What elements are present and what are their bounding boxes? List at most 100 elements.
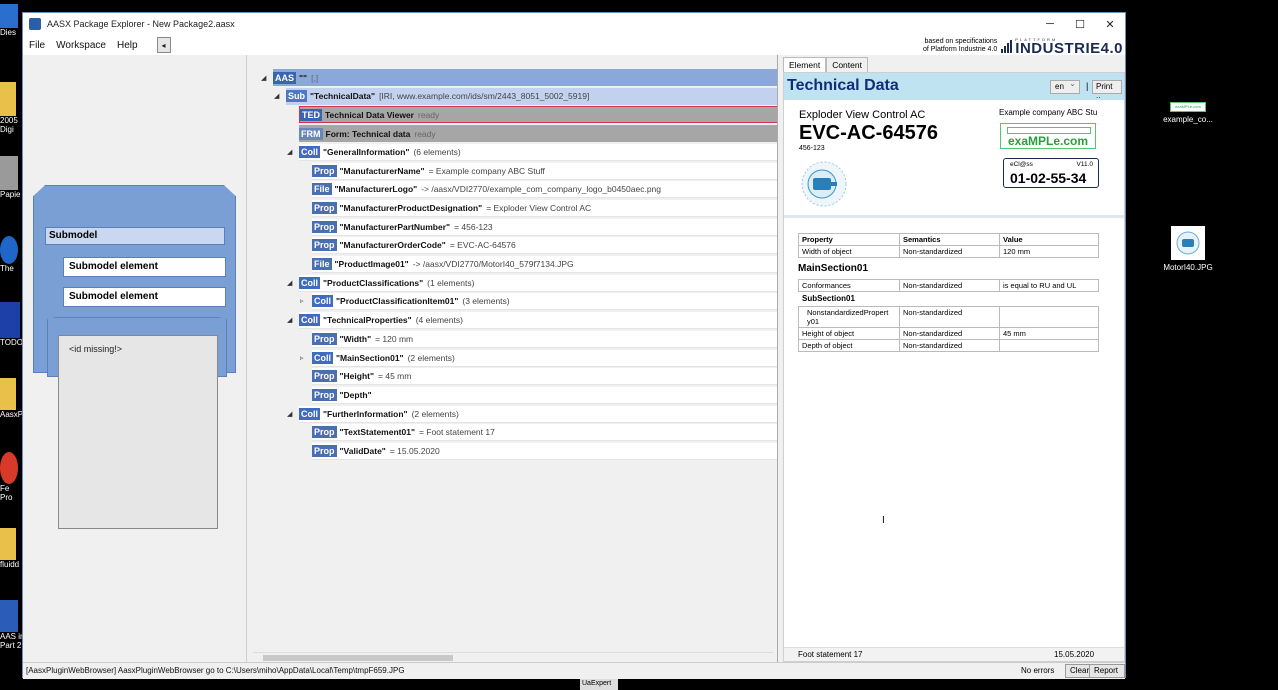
- tree-node[interactable]: File "ManufacturerLogo" -> /aasx/VDI2770/e…: [312, 181, 777, 199]
- main-section-title: MainSection01: [798, 263, 869, 274]
- node-name: Technical Data Viewer: [325, 109, 414, 120]
- tree-node[interactable]: ◢ Coll "TechnicalProperties" (4 elements): [287, 312, 777, 330]
- tree-node[interactable]: Prop "ValidDate" = 15.05.2020: [312, 443, 777, 460]
- node-name: "FurtherInformation": [323, 408, 408, 419]
- node-info: = Example company ABC Stuff: [428, 165, 545, 176]
- tree-node[interactable]: ▹ Coll "ProductClassificationItem01" (3 ele…: [300, 293, 777, 311]
- node-name: "ManufacturerName": [339, 165, 425, 176]
- desktop-icon-label[interactable]: fluidd: [0, 528, 22, 569]
- tree-node[interactable]: Prop "ManufacturerProductDesignation" = Ex…: [312, 199, 777, 217]
- submodel-element-2[interactable]: Submodel element: [63, 287, 226, 307]
- node-type-badge: Prop: [312, 201, 337, 214]
- table-row: Width of object Non-standardized 120 mm: [798, 245, 1099, 258]
- desktop-icon-label[interactable]: Papie: [0, 156, 22, 199]
- node-info: (1 elements): [427, 277, 475, 288]
- minimize-button[interactable]: ─: [1035, 13, 1065, 35]
- table-row: Height of object Non-standardized 45 mm: [798, 327, 1099, 340]
- tree-node[interactable]: Prop "TextStatement01" = Foot statement 17: [312, 424, 777, 442]
- tree-node[interactable]: ◢ Sub "TechnicalData" [IRI, www.example.com…: [274, 87, 777, 105]
- tree-expander-icon[interactable]: ◢: [274, 92, 284, 100]
- tree-expander-icon[interactable]: ◢: [287, 148, 297, 156]
- sub-section-table: NonstandardizedPropert y01 Non-standardi…: [798, 306, 1099, 352]
- node-type-badge: Coll: [299, 276, 320, 289]
- footer-date: 15.05.2020: [1054, 650, 1095, 659]
- product-image: [798, 159, 850, 209]
- app-window: AASX Package Explorer - New Package2.aas…: [22, 12, 1126, 684]
- maximize-button[interactable]: ☐: [1065, 13, 1095, 35]
- tree-node[interactable]: ▹ Coll "MainSection01" (2 elements): [300, 349, 777, 367]
- node-name: "Width": [339, 333, 372, 344]
- desktop-icon-label[interactable]: AasxP: [0, 378, 22, 419]
- node-info: = EVC-AC-64576: [449, 240, 516, 251]
- tree-node[interactable]: ◢ Coll "FurtherInformation" (2 elements): [287, 405, 777, 423]
- element-detail-pane: Element Content Technical Data en | Prin…: [779, 55, 1125, 662]
- node-name: "TechnicalProperties": [323, 315, 412, 326]
- node-info: = Foot statement 17: [418, 427, 495, 438]
- tree-node[interactable]: ◢ Coll "GeneralInformation" (6 elements): [287, 143, 777, 161]
- industrie40-bars-icon: [1001, 39, 1013, 53]
- node-name: "ManufacturerLogo": [334, 184, 418, 195]
- tree-node[interactable]: Prop "Width" = 120 mm: [312, 330, 777, 348]
- menu-help[interactable]: Help: [112, 40, 143, 51]
- node-info: = 45 mm: [378, 371, 412, 382]
- node-info: ready: [414, 128, 436, 139]
- desktop-icon-motor-image[interactable]: MotorI40.JPG: [1158, 226, 1218, 272]
- submodel-label[interactable]: Submodel: [45, 227, 225, 245]
- tree-node[interactable]: TED Technical Data Viewer ready: [299, 106, 777, 124]
- industrie40-brand: based on specifications of Platform Indu…: [923, 35, 1123, 57]
- manufacturer-logo: exaMPLe.com: [1000, 123, 1096, 149]
- tab-element[interactable]: Element: [783, 57, 827, 72]
- node-info: ready: [417, 109, 440, 120]
- tree-node[interactable]: Prop "Depth": [312, 386, 777, 404]
- tree-expander-icon[interactable]: ◢: [287, 410, 297, 418]
- desktop-icon-label[interactable]: 2005 Digi: [0, 82, 22, 134]
- desktop-icon-label[interactable]: Dies: [0, 4, 22, 37]
- tree-node[interactable]: Prop "ManufacturerOrderCode" = EVC-AC-6457…: [312, 237, 777, 255]
- tree-node[interactable]: Prop "ManufacturerPartNumber" = 456-123: [312, 218, 777, 236]
- desktop-icon-label[interactable]: AAS ir Part 2: [0, 600, 22, 650]
- tree-horizontal-scrollbar[interactable]: [253, 652, 773, 662]
- table-row: NonstandardizedPropert y01 Non-standardi…: [798, 306, 1099, 328]
- tree-node[interactable]: File "ProductImage01" -> /aasx/VDI2770/Mot…: [312, 256, 777, 273]
- tree-node[interactable]: Prop "Height" = 45 mm: [312, 368, 777, 386]
- desktop-icon-label[interactable]: Fe Pro: [0, 452, 22, 502]
- node-type-badge: AAS: [273, 71, 297, 84]
- node-type-badge: FRM: [299, 127, 323, 140]
- language-select[interactable]: en: [1050, 79, 1080, 94]
- title-bar[interactable]: AASX Package Explorer - New Package2.aas…: [23, 13, 1125, 35]
- menu-file[interactable]: File: [24, 40, 50, 51]
- tree-expander-icon[interactable]: ◢: [261, 74, 271, 82]
- tab-content[interactable]: Content: [826, 57, 868, 72]
- tree-expander-icon[interactable]: ◢: [287, 279, 297, 287]
- desktop-icon-label[interactable]: TODO: [0, 302, 22, 347]
- menu-workspace[interactable]: Workspace: [51, 40, 111, 51]
- text-cursor-icon: I: [882, 515, 885, 526]
- example-logo-thumbnail-icon: exaMPLe.com: [1170, 102, 1206, 112]
- node-info: (6 elements): [413, 146, 461, 157]
- print-button[interactable]: Print ..: [1092, 80, 1122, 100]
- tree-expander-icon[interactable]: ◢: [287, 316, 297, 324]
- tree-expander-icon[interactable]: ▹: [300, 297, 310, 305]
- submodel-element-1[interactable]: Submodel element: [63, 257, 226, 277]
- industrie40-logo: INDUSTRIE4.0: [1015, 39, 1123, 57]
- tdv-footer: Foot statement 17 15.05.2020: [784, 647, 1124, 661]
- collapse-left-pane-button[interactable]: ◂: [156, 37, 171, 53]
- tdv-title: Technical Data: [787, 77, 899, 94]
- technical-data-viewer: Technical Data en | Print .. Exploder Vi…: [783, 72, 1125, 662]
- aas-tree-view[interactable]: ◢ AAS "" [,] ◢ Sub "TechnicalData" [IRI, www.ex…: [249, 55, 778, 662]
- node-info: -> /aasx/VDI2770/example_com_company_log…: [421, 184, 662, 195]
- tree-node[interactable]: Prop "ManufacturerName" = Example company …: [312, 162, 777, 180]
- report-button[interactable]: Report ..: [1089, 664, 1125, 684]
- node-info: (3 elements): [462, 296, 510, 307]
- close-button[interactable]: ✕: [1095, 13, 1125, 35]
- node-type-badge: Sub: [286, 90, 307, 103]
- tree-node[interactable]: ◢ AAS "" [,]: [261, 69, 777, 86]
- tree-node[interactable]: FRM Form: Technical data ready: [299, 125, 777, 143]
- node-type-badge: Prop: [312, 164, 337, 177]
- taskbar-uaexpert[interactable]: UaExpert: [580, 679, 618, 690]
- desktop-icon-label[interactable]: The: [0, 236, 22, 273]
- tree-node[interactable]: ◢ Coll "ProductClassifications" (1 elements…: [287, 274, 777, 292]
- desktop-icon-example-logo[interactable]: exaMPLe.com example_co...: [1160, 102, 1216, 124]
- tree-expander-icon[interactable]: ▹: [300, 354, 310, 362]
- node-type-badge: Coll: [299, 407, 320, 420]
